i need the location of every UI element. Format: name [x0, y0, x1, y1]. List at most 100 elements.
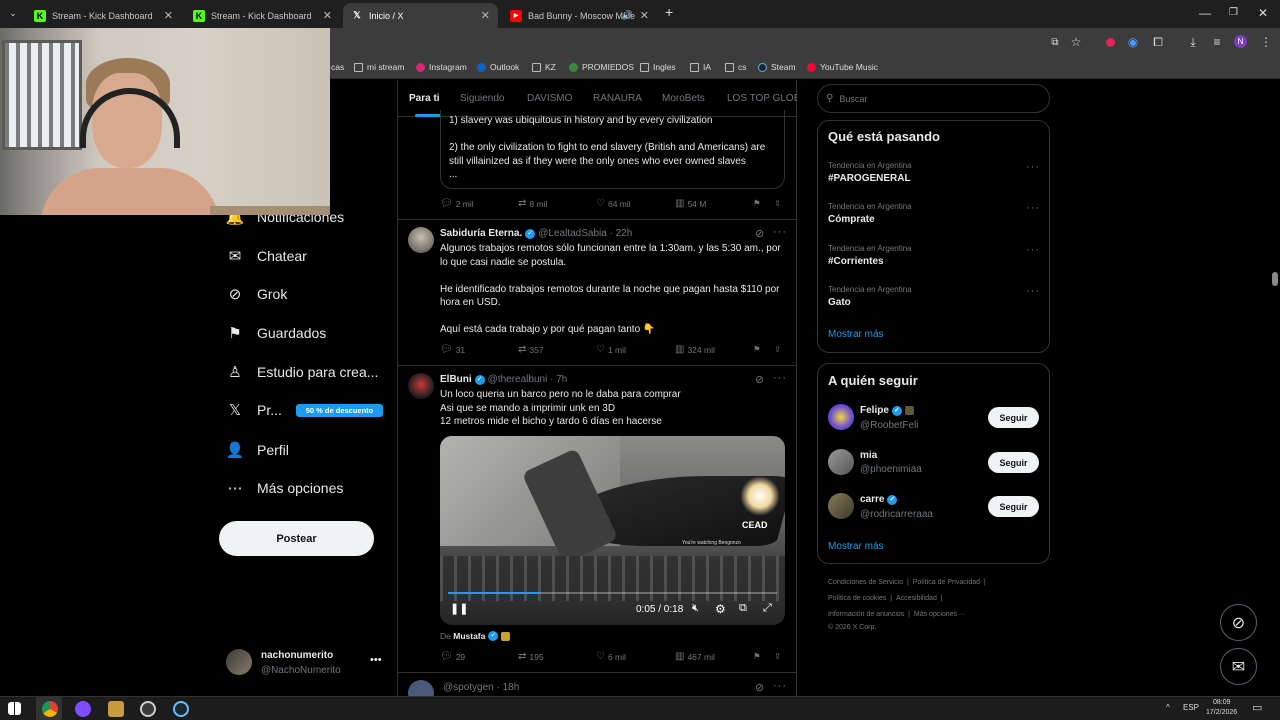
avatar[interactable] — [408, 227, 434, 253]
follow-button[interactable]: Seguir — [988, 407, 1039, 428]
tweet-video[interactable]: CEAD You're watching Bengonzo ❚❚ 0:05 / … — [440, 436, 785, 625]
views-button[interactable]: ▥ 467 mil — [675, 651, 715, 662]
more-icon[interactable]: ••• — [370, 654, 382, 666]
views-button[interactable]: ▥ 54 M — [675, 198, 706, 209]
close-icon[interactable]: ✕ — [481, 9, 490, 22]
tweet-author[interactable]: @spotygen · 18h — [440, 682, 519, 693]
repost-button[interactable]: ⇄ 357 — [518, 344, 544, 355]
mute-icon[interactable]: 🔇︎ — [692, 602, 699, 615]
close-icon[interactable]: ✕ — [323, 9, 332, 22]
nav-profile[interactable]: 👤 Perfil — [226, 438, 289, 462]
minimize-icon[interactable]: — — [1199, 6, 1211, 20]
pip-icon[interactable]: ⧉ — [739, 602, 747, 615]
avatar[interactable] — [408, 373, 434, 399]
share-icon[interactable]: ⇪ — [774, 651, 781, 662]
account-switcher[interactable]: nachonumerito @NachoNumerito ••• — [226, 648, 386, 680]
footer-link[interactable]: Política de Privacidad — [913, 579, 980, 586]
bookmark-item[interactable]: Outlook — [477, 62, 519, 72]
bookmark-folder[interactable]: IA — [690, 62, 711, 72]
follow-button[interactable]: Seguir — [988, 496, 1039, 517]
close-icon[interactable]: ✕ — [164, 9, 173, 22]
grok-icon[interactable]: ⊘ — [755, 227, 765, 240]
bookmark-folder[interactable]: Ingles — [640, 62, 676, 72]
follow-name[interactable]: carre ✓ — [860, 494, 898, 505]
star-icon[interactable]: ☆ — [1069, 35, 1083, 49]
reply-button[interactable]: 💬︎ 29 — [440, 651, 465, 662]
tab-youtube[interactable]: ▶ Bad Bunny - Moscow Mule 🔊 ✕ — [502, 3, 657, 28]
tab-x-home[interactable]: 𝕏 Inicio / X ✕ — [343, 3, 498, 28]
tab-following[interactable]: Siguiendo — [460, 93, 504, 104]
settings-icon[interactable]: ⚙ — [715, 602, 726, 616]
bookmark-item[interactable]: Instagram — [416, 62, 467, 72]
avatar[interactable] — [828, 493, 854, 519]
close-icon[interactable]: ✕ — [640, 9, 649, 22]
bookmark-item[interactable]: cas — [331, 62, 344, 72]
league-icon[interactable] — [108, 701, 124, 717]
like-button[interactable]: ♡ 1 mil — [596, 344, 626, 355]
bookmark-folder[interactable]: cs — [725, 62, 747, 72]
tab-kick-2[interactable]: K Stream - Kick Dashboard ✕ — [185, 3, 340, 28]
more-icon[interactable]: ··· — [1026, 202, 1040, 214]
scrollbar-thumb[interactable] — [1272, 272, 1278, 286]
grok-icon[interactable]: ⊘ — [755, 681, 765, 694]
fullscreen-icon[interactable]: ⤢ — [763, 602, 772, 615]
download-icon[interactable]: ⤓ — [1186, 35, 1200, 49]
grok-icon[interactable]: ⊘ — [755, 373, 765, 386]
tab-ranaura[interactable]: RANAURA — [593, 93, 642, 104]
media-control-icon[interactable]: ≡ — [1210, 35, 1224, 49]
footer-link[interactable]: Política de cookies — [828, 595, 886, 602]
video-source[interactable]: De Mustafa ✓ — [440, 631, 511, 641]
messages-fab[interactable]: ✉ — [1220, 648, 1257, 685]
repost-button[interactable]: ⇄ 8 mil — [518, 198, 547, 209]
share-icon[interactable]: ⇪ — [774, 344, 781, 355]
new-tab-icon[interactable]: + — [665, 4, 673, 20]
tab-kick-1[interactable]: K Stream - Kick Dashboard ✕ — [26, 3, 181, 28]
nav-premium[interactable]: 𝕏 Pr... — [226, 398, 282, 422]
tab-for-you[interactable]: Para ti — [409, 93, 440, 104]
more-icon[interactable]: ··· — [1026, 285, 1040, 297]
tweet-author[interactable]: ElBuni ✓ @therealbuni · 7h — [440, 374, 567, 385]
more-icon[interactable]: ··· — [1026, 161, 1040, 173]
clock-time[interactable]: 08:09 — [1213, 699, 1231, 706]
bookmark-item[interactable]: YouTube Music — [807, 62, 878, 72]
tab-los-top-global[interactable]: LOS TOP GLOBA — [727, 93, 797, 104]
tweet-author[interactable]: Sabiduría Eterna. ✓ @LealtadSabia · 22h — [440, 228, 632, 239]
language-indicator[interactable]: ESP — [1183, 703, 1199, 712]
more-icon[interactable]: ··· — [773, 226, 787, 238]
footer-link[interactable]: Accesibilidad — [896, 595, 937, 602]
bookmark-icon[interactable]: ⚑ — [753, 651, 761, 662]
restore-icon[interactable]: ❐ — [1229, 7, 1238, 18]
nav-bookmarks[interactable]: ⚑ Guardados — [226, 321, 326, 345]
post-button[interactable]: Postear — [219, 521, 374, 556]
follow-name[interactable]: mia — [860, 450, 877, 461]
more-icon[interactable]: ··· — [1026, 244, 1040, 256]
bookmark-item[interactable]: Steam — [758, 62, 796, 72]
app-icon[interactable] — [75, 701, 91, 717]
extensions-icon[interactable]: ⧠ — [1151, 35, 1165, 49]
like-button[interactable]: ♡ 6 mil — [596, 651, 626, 662]
footer-link[interactable]: Más opciones ··· — [914, 611, 966, 618]
avatar[interactable] — [828, 404, 854, 430]
tab-morobets[interactable]: MoroBets — [662, 93, 705, 104]
app-icon[interactable] — [140, 701, 156, 717]
more-icon[interactable]: ··· — [773, 372, 787, 384]
windows-start-icon[interactable] — [8, 702, 21, 715]
speaker-icon[interactable]: 🔊 — [622, 10, 633, 21]
bookmark-folder[interactable]: KZ — [532, 62, 556, 72]
nav-grok[interactable]: ⊘ Grok — [226, 282, 288, 306]
like-button[interactable]: ♡ 64 mil — [596, 198, 631, 209]
share-icon[interactable]: ⇪ — [774, 198, 781, 209]
close-window-icon[interactable]: ✕ — [1258, 6, 1268, 20]
views-button[interactable]: ▥ 324 mil — [675, 344, 715, 355]
notification-icon[interactable]: ▭ — [1252, 701, 1262, 714]
nav-chat[interactable]: ✉ Chatear — [226, 244, 307, 268]
grok-fab[interactable]: ⊘ — [1220, 604, 1257, 641]
footer-link[interactable]: Condiciones de Servicio — [828, 579, 903, 586]
tab-search-icon[interactable]: ⌄ — [6, 6, 20, 20]
tray-chevron-icon[interactable]: ^ — [1166, 703, 1170, 712]
clock-date[interactable]: 17/2/2026 — [1206, 709, 1237, 716]
footer-link[interactable]: Información de anuncios — [828, 611, 904, 618]
bookmark-item[interactable]: PROMIEDOS — [569, 62, 634, 72]
install-app-icon[interactable]: ⧉ — [1048, 36, 1062, 50]
search-input[interactable]: ⚲ Buscar — [817, 84, 1050, 113]
